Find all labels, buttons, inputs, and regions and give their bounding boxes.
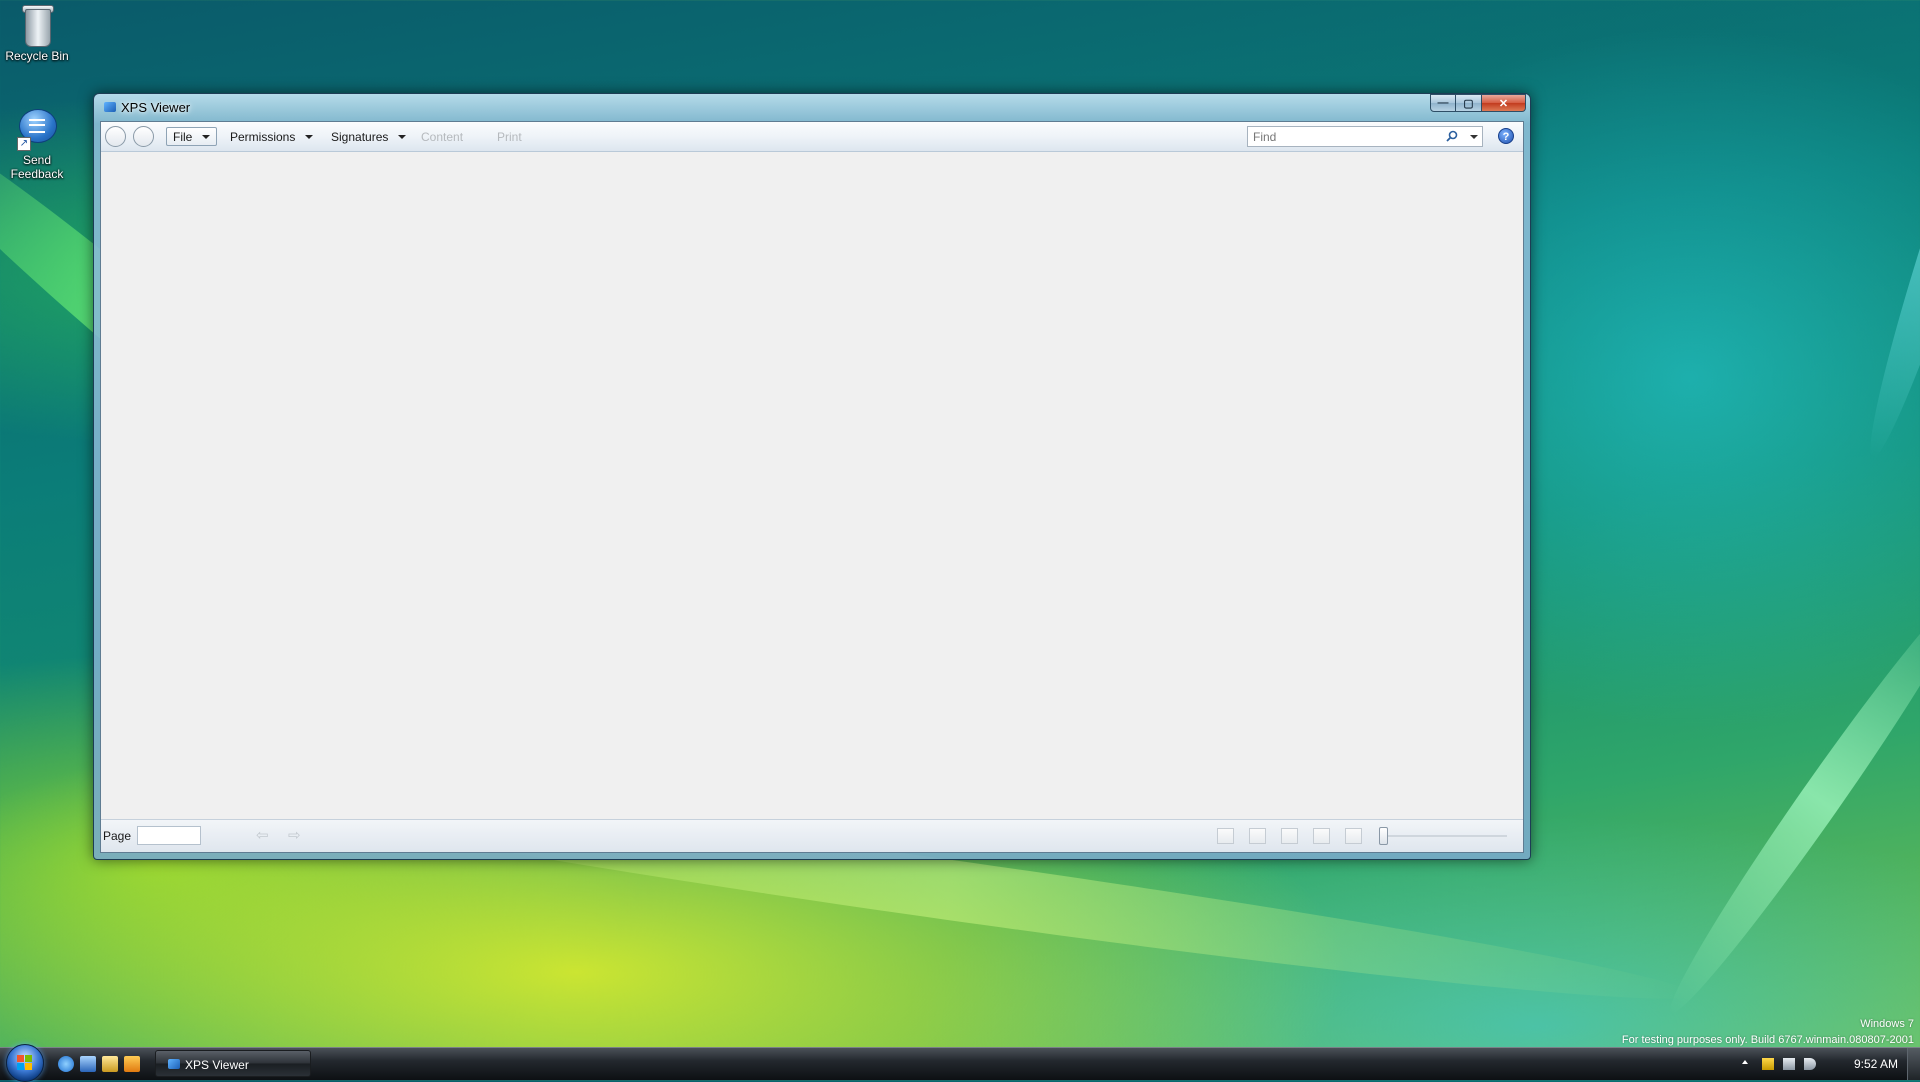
action-center-icon[interactable]	[1762, 1058, 1774, 1070]
show-desktop-quicklaunch-icon[interactable]	[80, 1056, 96, 1072]
network-icon[interactable]	[1783, 1058, 1795, 1070]
wallpaper-streak	[1853, 0, 1920, 464]
menu-file-label: File	[173, 129, 193, 144]
watermark-build-info: For testing purposes only. Build 6767.wi…	[1621, 1034, 1914, 1046]
close-button[interactable]: ✕	[1482, 94, 1526, 112]
caption-buttons: — ▢ ✕	[1430, 94, 1526, 112]
desktop-icon-send-feedback[interactable]: ↗ Send Feedback	[0, 107, 77, 181]
menu-signatures[interactable]: Signatures	[325, 127, 412, 146]
taskbar-button-xps-viewer[interactable]: XPS Viewer	[155, 1050, 311, 1077]
single-page-icon	[1313, 828, 1330, 844]
thumbnails-icon	[1345, 828, 1362, 844]
notification-area: 9:52 AM	[1730, 1048, 1920, 1080]
minimize-button[interactable]: —	[1430, 94, 1456, 112]
desktop-icon-label: Send Feedback	[10, 153, 64, 181]
taskbar-clock[interactable]: 9:52 AM	[1854, 1057, 1898, 1071]
status-bar: Page ⇦ ⇨	[101, 819, 1523, 852]
find-options-dropdown-icon[interactable]	[1470, 135, 1478, 139]
maximize-button[interactable]: ▢	[1456, 94, 1482, 112]
menu-print: Print	[491, 127, 528, 146]
menu-print-label: Print	[497, 129, 522, 144]
command-bar: File Permissions Signatures Content Prin…	[101, 122, 1523, 152]
show-desktop-button[interactable]	[1907, 1048, 1920, 1080]
actual-size-icon	[1217, 828, 1234, 844]
window-client-area: File Permissions Signatures Content Prin…	[100, 121, 1524, 853]
previous-page-icon: ⇦	[256, 827, 269, 844]
find-input[interactable]	[1248, 127, 1448, 146]
wallpaper-streak	[1654, 575, 1920, 1025]
window-title: XPS Viewer	[121, 100, 191, 115]
fit-page-icon	[1281, 828, 1298, 844]
menu-permissions[interactable]: Permissions	[224, 127, 319, 146]
media-player-icon[interactable]	[124, 1056, 140, 1072]
feedback-bubble-icon: ↗	[17, 107, 57, 151]
next-page-icon: ⇨	[288, 827, 301, 844]
watermark-os-name: Windows 7	[1860, 1018, 1914, 1030]
start-button[interactable]	[6, 1044, 44, 1082]
dropdown-arrow-icon	[202, 134, 211, 139]
find-box	[1247, 126, 1483, 147]
zoom-slider-track[interactable]	[1379, 835, 1507, 837]
desktop-icon-label: Recycle Bin	[5, 49, 69, 63]
taskbar-button-label: XPS Viewer	[185, 1058, 249, 1072]
xps-viewer-app-icon	[168, 1059, 180, 1069]
internet-explorer-icon[interactable]	[58, 1056, 74, 1072]
menu-file[interactable]: File	[166, 127, 218, 146]
volume-icon[interactable]	[1804, 1058, 1816, 1070]
dropdown-arrow-icon	[398, 134, 407, 139]
search-icon[interactable]	[1446, 130, 1458, 142]
fit-width-icon	[1249, 828, 1266, 844]
zoom-slider-thumb[interactable]	[1379, 827, 1388, 845]
show-hidden-icons-icon[interactable]	[1742, 1060, 1748, 1064]
shortcut-arrow-icon: ↗	[17, 137, 31, 151]
desktop-icon-recycle-bin[interactable]: Recycle Bin	[0, 3, 77, 63]
menu-signatures-label: Signatures	[331, 129, 389, 144]
windows-explorer-icon[interactable]	[102, 1056, 118, 1072]
windows-logo-icon	[17, 1055, 33, 1071]
build-watermark: Windows 7 For testing purposes only. Bui…	[1622, 1016, 1914, 1048]
menu-permissions-label: Permissions	[230, 129, 296, 144]
xps-viewer-window: XPS Viewer — ▢ ✕ File Permissions Signat…	[93, 93, 1531, 860]
title-bar[interactable]: XPS Viewer — ▢ ✕	[94, 94, 1530, 120]
forward-button[interactable]	[133, 126, 154, 147]
menu-content: Content	[415, 127, 469, 146]
recycle-bin-icon	[17, 3, 57, 47]
page-label: Page	[103, 829, 132, 843]
document-view-area[interactable]	[101, 152, 1523, 820]
taskbar: XPS Viewer 9:52 AM	[0, 1044, 1920, 1082]
xps-viewer-app-icon	[104, 102, 116, 112]
dropdown-arrow-icon	[305, 134, 314, 139]
page-number-input[interactable]	[137, 826, 201, 845]
menu-content-label: Content	[421, 129, 464, 144]
back-button[interactable]	[105, 126, 126, 147]
help-icon[interactable]: ?	[1498, 128, 1514, 144]
